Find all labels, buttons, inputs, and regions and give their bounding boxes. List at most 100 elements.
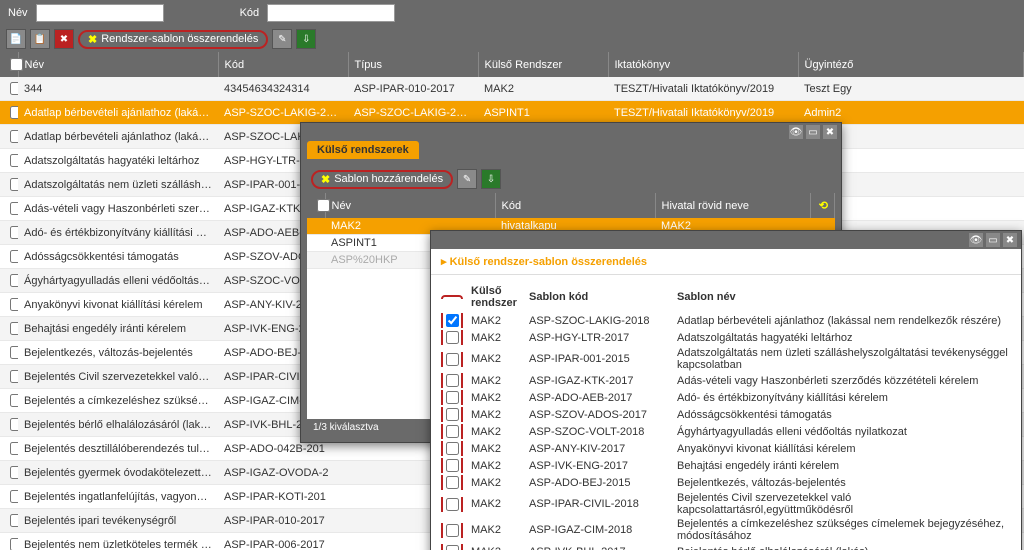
row-checkbox[interactable] [10,346,18,359]
cell-nev: Adósságcsökkentési támogatás [18,245,218,269]
row-checkbox[interactable] [10,298,18,311]
row-checkbox[interactable] [10,226,18,239]
copy-icon[interactable]: 📋 [30,29,50,49]
col-checkbox[interactable] [307,193,325,218]
close-icon[interactable]: ✖ [823,125,837,139]
col-kod[interactable]: Kód [218,52,348,77]
new-icon[interactable]: 📄 [6,29,26,49]
row-checkbox[interactable] [446,498,459,511]
assign-row[interactable]: MAK2ASP-IVK-BHL-2017Bejelentés bérlő elh… [441,543,1011,550]
col-checkbox[interactable] [0,52,18,77]
assign-row[interactable]: MAK2ASP-IPAR-001-2015Adatszolgáltatás ne… [441,346,1011,372]
filter-nev-input[interactable] [36,4,164,22]
row-checkbox[interactable] [446,459,459,472]
row-checkbox[interactable] [10,130,18,143]
col-kulso[interactable]: Külső Rendszer [478,52,608,77]
row-checkbox[interactable] [10,442,18,455]
table-row[interactable]: 34443454634324314ASP-IPAR-010-2017MAK2TE… [0,77,1024,101]
cell-tipus: ASP-IPAR-010-2017 [348,77,478,101]
maximize-icon[interactable]: ▭ [986,233,1000,247]
col-iktato[interactable]: Iktatókönyv [608,52,798,77]
refresh-header[interactable]: ⟲ [811,193,835,218]
row-checkbox[interactable] [10,418,18,431]
cell-sn: Bejelentkezés, változás-bejelentés [677,477,1011,489]
cell-sk: ASP-ANY-KIV-2017 [529,443,669,455]
assign-row[interactable]: MAK2ASP-IGAZ-KTK-2017Adás-vételi vagy Ha… [441,372,1011,389]
row-checkbox[interactable] [446,391,459,404]
row-checkbox[interactable] [446,331,459,344]
row-checkbox[interactable] [10,178,18,191]
assign-row[interactable]: MAK2ASP-IPAR-CIVIL-2018Bejelentés Civil … [441,491,1011,517]
filter-kod-input[interactable] [267,4,395,22]
row-checkbox[interactable] [446,524,459,537]
table-row[interactable]: Adatlap bérbevételi ajánlathoz (lakással… [0,101,1024,125]
export-icon[interactable]: ⇩ [481,169,501,189]
row-checkbox[interactable] [10,202,18,215]
eye-icon[interactable]: 👁 [789,125,803,139]
assign-row[interactable]: MAK2ASP-SZOC-VOLT-2018Ágyhártyagyulladás… [441,423,1011,440]
row-checkbox[interactable] [10,538,18,550]
cell-kulso: MAK2 [478,77,608,101]
assign-row[interactable]: MAK2ASP-IGAZ-CIM-2018Bejelentés a címkez… [441,517,1011,543]
eye-icon[interactable]: 👁 [969,233,983,247]
col-nev[interactable]: Név [18,52,218,77]
row-checkbox[interactable] [10,250,18,263]
col-kod[interactable]: Kód [495,193,655,218]
cell-nev: Bejelentés gyermek óvodakötelezettségéne… [18,461,218,485]
row-checkbox[interactable] [10,322,18,335]
row-checkbox[interactable] [10,274,18,287]
export-icon[interactable]: ⇩ [296,29,316,49]
row-checkbox[interactable] [446,545,459,550]
cell-nev: Bejelentés Civil szervezetekkel való kap… [18,365,218,389]
cell-kod: ASP-IPAR-006-2017 [218,533,348,550]
cell-sk: ASP-IGAZ-KTK-2017 [529,375,669,387]
edit-icon[interactable]: ✎ [272,29,292,49]
row-checkbox[interactable] [10,490,18,503]
cell-kod: ASP-SZOC-LAKIG-2018 [218,101,348,125]
system-template-assign-button[interactable]: ✖ Rendszer-sablon összerendelés [78,30,268,49]
row-checkbox[interactable] [10,466,18,479]
maximize-icon[interactable]: ▭ [806,125,820,139]
filter-kod-label: Kód [240,7,260,19]
cell-tipus: ASP-SZOC-LAKIG-2018 [348,101,478,125]
assign-template-button[interactable]: ✖ Sablon hozzárendelés [311,170,453,189]
col-ugyintezo[interactable]: Ügyintéző [798,52,1024,77]
col-nev[interactable]: Név [325,193,495,218]
close-icon[interactable]: ✖ [1003,233,1017,247]
assign-header-row: Külső rendszer Sablon kód Sablon név [441,283,1011,312]
assign-row[interactable]: MAK2ASP-SZOC-LAKIG-2018Adatlap bérbevéte… [441,312,1011,329]
row-checkbox[interactable] [10,514,18,527]
col-hivatal[interactable]: Hivatal rövid neve [655,193,811,218]
cell-kod: ASP-IGAZ-OVODA-2 [218,461,348,485]
cell-sk: ASP-ADO-BEJ-2015 [529,477,669,489]
assign-row[interactable]: MAK2ASP-ANY-KIV-2017Anyakönyvi kivonat k… [441,440,1011,457]
row-checkbox[interactable] [10,154,18,167]
assign-row[interactable]: MAK2ASP-HGY-LTR-2017Adatszolgáltatás hag… [441,329,1011,346]
cell-nev: Behajtási engedély iránti kérelem [18,317,218,341]
row-checkbox[interactable] [446,408,459,421]
row-checkbox[interactable] [10,106,18,119]
cell-nev: Adatlap bérbevételi ajánlathoz (lakással… [18,101,218,125]
row-checkbox[interactable] [446,476,459,489]
assign-row[interactable]: MAK2ASP-SZOV-ADOS-2017Adósságcsökkentési… [441,406,1011,423]
row-checkbox[interactable] [10,394,18,407]
cell-sn: Adó- és értékbizonyítvány kiállítási kér… [677,392,1011,404]
col-sablon-nev: Sablon név [677,291,1011,303]
assign-row[interactable]: MAK2ASP-ADO-BEJ-2015Bejelentkezés, válto… [441,474,1011,491]
assign-template-label: Sablon hozzárendelés [334,173,443,185]
external-systems-tab[interactable]: Külső rendszerek [307,141,419,159]
row-checkbox[interactable] [446,353,459,366]
delete-icon[interactable]: ✖ [54,29,74,49]
row-checkbox[interactable] [446,442,459,455]
col-tipus[interactable]: Típus [348,52,478,77]
refresh-icon: ⟲ [819,199,828,212]
row-checkbox[interactable] [10,370,18,383]
cell-kod: ASP-IPAR-010-2017 [218,509,348,533]
row-checkbox[interactable] [446,425,459,438]
edit-icon[interactable]: ✎ [457,169,477,189]
assign-row[interactable]: MAK2ASP-IVK-ENG-2017Behajtási engedély i… [441,457,1011,474]
assign-row[interactable]: MAK2ASP-ADO-AEB-2017Adó- és értékbizonyí… [441,389,1011,406]
row-checkbox[interactable] [10,82,18,95]
row-checkbox[interactable] [446,314,459,327]
row-checkbox[interactable] [446,374,459,387]
